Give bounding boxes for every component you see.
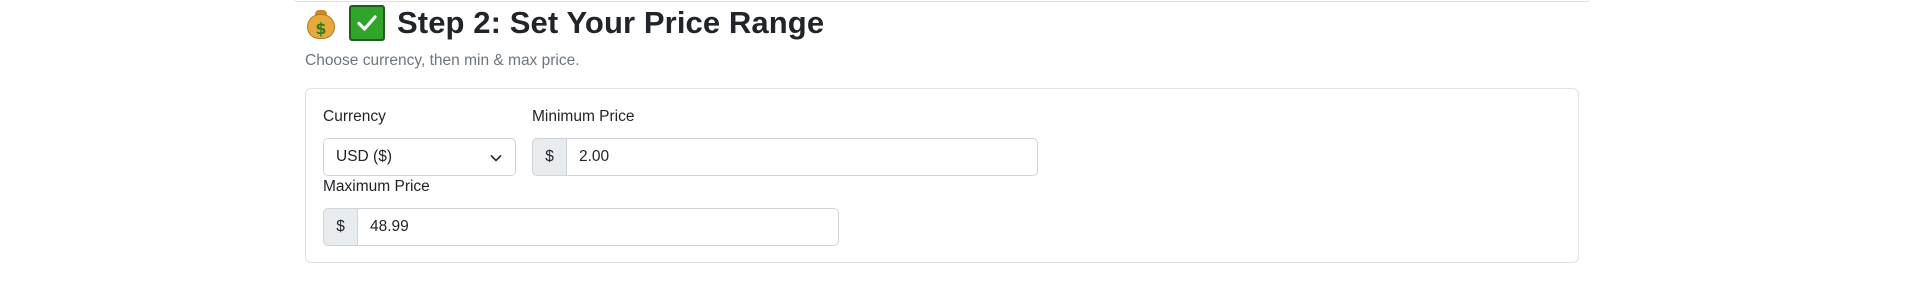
minimum-price-label: Minimum Price — [532, 108, 635, 125]
check-mark-button-icon — [349, 5, 385, 41]
minimum-price-currency-prefix: $ — [532, 138, 566, 176]
price-range-card: Currency USD ($) Minimum Price $ 2.00 Ma… — [305, 88, 1579, 263]
currency-label: Currency — [323, 108, 386, 125]
maximum-price-input[interactable]: 48.99 — [357, 208, 839, 246]
step-subtitle: Choose currency, then min & max price. — [305, 52, 580, 69]
maximum-price-label: Maximum Price — [323, 178, 430, 195]
money-bag-icon: $ — [305, 7, 337, 39]
step-section: $ Step 2: Set Your Price Range Choose cu… — [305, 0, 1579, 263]
minimum-price-group: $ 2.00 — [532, 138, 1038, 176]
step-header: $ Step 2: Set Your Price Range — [305, 0, 1579, 46]
currency-selected-value: USD ($) — [336, 148, 392, 165]
minimum-price-input[interactable]: 2.00 — [566, 138, 1038, 176]
maximum-price-group: $ 48.99 — [323, 208, 839, 246]
chevron-down-icon — [490, 155, 502, 162]
maximum-price-currency-prefix: $ — [323, 208, 357, 246]
page-title: Step 2: Set Your Price Range — [397, 5, 825, 40]
currency-select[interactable]: USD ($) — [323, 138, 516, 176]
